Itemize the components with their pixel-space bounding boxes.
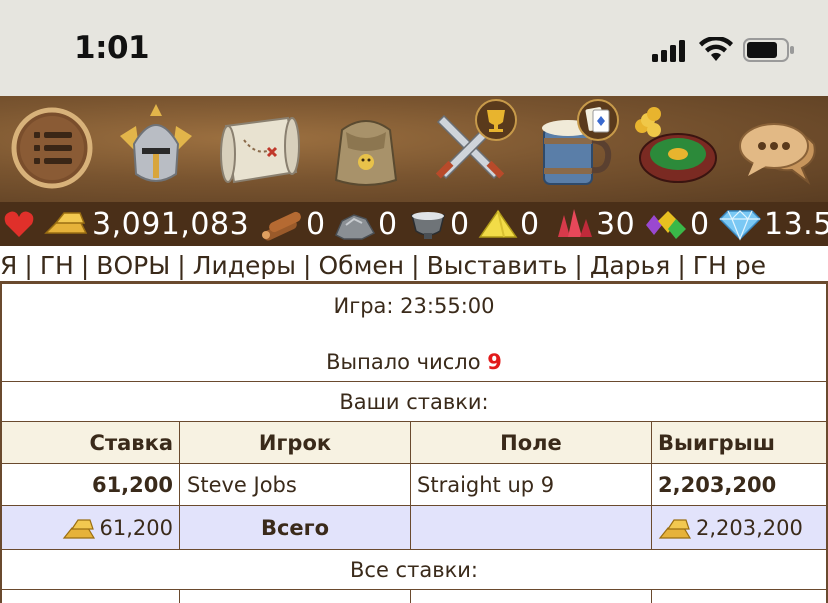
total-bet: 61,200 <box>99 515 173 540</box>
bet-field: Straight up 9 <box>411 464 652 505</box>
nav-link[interactable]: ГН <box>40 251 74 280</box>
gems-icon <box>646 211 686 239</box>
your-bets-title: Ваши ставки: <box>339 390 489 414</box>
chat-icon <box>739 123 816 186</box>
roulette-results-panel: Игра: 23:55:00 Выпало число 9 Ваши ставк… <box>0 284 828 603</box>
sulfur-resource[interactable]: 0 <box>476 202 540 246</box>
ios-status-bar: 1:01 <box>0 0 828 96</box>
mercury-value: 0 <box>450 206 470 242</box>
nav-link[interactable]: Лидеры <box>193 251 296 280</box>
backpack-icon <box>334 120 398 186</box>
bets-table-header: Ставка Игрок Поле Выигрыш <box>2 422 826 464</box>
all-bets-title: Все ставки: <box>350 558 478 582</box>
crystal-resource[interactable]: 30 <box>550 202 635 246</box>
wood-logs-icon <box>262 211 301 241</box>
battery-icon <box>743 38 794 62</box>
nav-link[interactable]: ГН ре <box>693 251 766 280</box>
hero-button[interactable] <box>106 96 206 202</box>
player-name[interactable]: Steve Jobs <box>180 464 411 505</box>
gold-value: 3,091,083 <box>92 206 250 242</box>
stone-resource[interactable]: 0 <box>332 202 398 246</box>
col-player: Игрок <box>180 422 411 463</box>
cell <box>411 590 652 603</box>
cell <box>180 590 411 603</box>
trophy-badge[interactable] <box>470 96 522 148</box>
col-bet: Ставка <box>2 422 180 463</box>
diamond-value: 13.5 <box>764 206 828 242</box>
game-toolbar <box>0 96 828 202</box>
trophy-badge-icon <box>475 99 517 141</box>
win-amount: 2,203,200 <box>658 472 777 497</box>
gold-bars-icon <box>62 518 95 539</box>
table-row: 61,200 Steve Jobs Straight up 9 2,203,20… <box>2 464 826 506</box>
diamond-resource[interactable]: 13.5 <box>716 202 828 246</box>
mercury-resource[interactable]: 0 <box>406 202 470 246</box>
nav-strip: Я | ГН | ВОРЫ | Лидеры | Обмен | Выставить | Дарья | Г… <box>0 246 828 284</box>
nav-link[interactable]: Я <box>0 251 17 280</box>
cell <box>2 590 180 603</box>
gems-value: 0 <box>690 206 710 242</box>
red-crystal-icon <box>558 209 592 237</box>
roulette-icon <box>635 107 717 183</box>
chat-button[interactable] <box>728 96 828 202</box>
nav-link[interactable]: Дарья <box>590 251 671 280</box>
gold-bars-icon <box>658 518 692 539</box>
result-number: 9 <box>487 350 502 374</box>
total-win-cell: 2,203,200 <box>652 506 826 549</box>
wood-value: 0 <box>306 206 326 242</box>
nav-link[interactable]: Выставить <box>427 251 568 280</box>
map-button[interactable] <box>210 96 310 202</box>
result-label: Выпало число <box>326 350 481 374</box>
col-win: Выигрыш <box>658 430 776 455</box>
gold-bars-icon <box>44 212 88 234</box>
gold-resource[interactable]: 3,091,083 <box>40 202 249 246</box>
resource-bar: 3,091,083 0 0 0 0 30 0 13.5 <box>0 202 828 246</box>
gems-resource[interactable]: 0 <box>642 202 710 246</box>
stone-ore-icon <box>335 214 376 240</box>
all-bets-heading: Все ставки: <box>2 550 826 590</box>
status-time: 1:01 <box>74 30 150 66</box>
total-label: Всего <box>180 506 411 549</box>
game-result: Выпало число 9 <box>2 350 826 374</box>
nav-links: Я | ГН | ВОРЫ | Лидеры | Обмен | Выставить | Дарья | Г… <box>0 251 767 280</box>
heart-icon <box>4 211 34 237</box>
menu-icon <box>11 107 93 189</box>
total-bet-cell: 61,200 <box>2 506 180 549</box>
cards-badge[interactable] <box>572 96 624 148</box>
wifi-icon <box>699 37 733 61</box>
treasure-map-icon <box>220 116 300 184</box>
mercury-cauldron-icon <box>411 212 445 239</box>
roulette-button[interactable] <box>624 96 724 202</box>
game-info: Игра: 23:55:00 Выпало число 9 <box>2 284 826 382</box>
sulfur-value: 0 <box>520 206 540 242</box>
cellular-signal-icon <box>652 40 685 62</box>
nav-link[interactable]: Обмен <box>318 251 404 280</box>
your-bets-heading: Ваши ставки: <box>2 382 826 422</box>
cards-badge-icon <box>577 99 619 141</box>
cell <box>652 590 826 603</box>
menu-button[interactable] <box>2 96 102 202</box>
crystal-value: 30 <box>596 206 636 242</box>
game-time: Игра: 23:55:00 <box>333 294 495 318</box>
total-field-empty <box>411 506 652 549</box>
wood-resource[interactable]: 0 <box>258 202 326 246</box>
knight-helmet-icon <box>120 104 192 182</box>
diamond-icon <box>718 210 762 241</box>
inventory-button[interactable] <box>316 96 416 202</box>
col-field: Поле <box>411 422 652 463</box>
total-row: 61,200 Всего 2,203,200 <box>2 506 826 550</box>
sulfur-pile-icon <box>478 209 518 238</box>
total-win: 2,203,200 <box>696 515 803 540</box>
nav-link[interactable]: ВОРЫ <box>96 251 170 280</box>
bet-amount: 61,200 <box>2 464 180 505</box>
health-resource[interactable] <box>2 202 36 246</box>
stone-value: 0 <box>378 206 398 242</box>
all-bets-table-partial <box>2 590 826 603</box>
